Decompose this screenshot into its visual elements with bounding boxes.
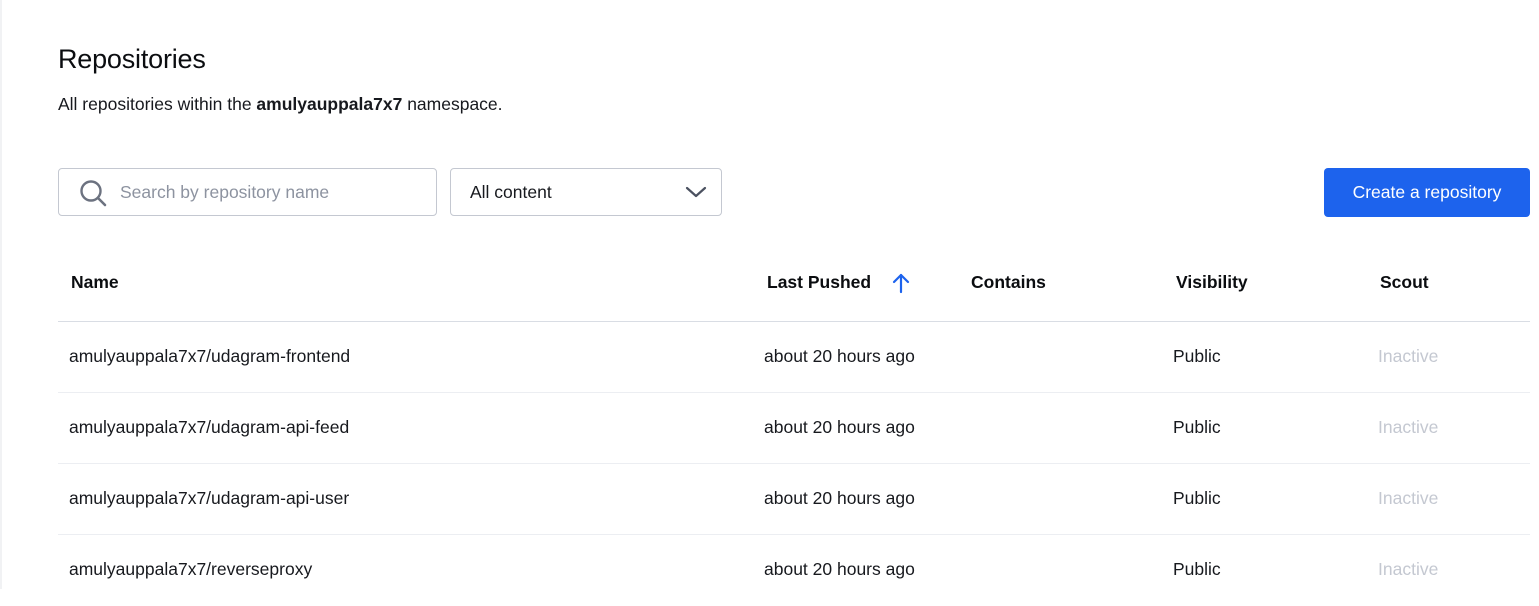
repository-name-link[interactable]: amulyauppala7x7/reverseproxy bbox=[69, 559, 312, 580]
last-pushed-cell: about 20 hours ago bbox=[764, 417, 915, 437]
arrow-up-icon[interactable] bbox=[891, 272, 911, 294]
scout-status-cell: Inactive bbox=[1378, 346, 1439, 366]
search-input[interactable] bbox=[120, 177, 420, 207]
visibility-cell: Public bbox=[1173, 488, 1221, 508]
last-pushed-cell: about 20 hours ago bbox=[764, 488, 915, 508]
create-repository-button[interactable]: Create a repository bbox=[1324, 168, 1530, 217]
table-row[interactable]: amulyauppala7x7/udagram-api-user about 2… bbox=[58, 464, 1530, 535]
repository-name-link[interactable]: amulyauppala7x7/udagram-api-user bbox=[69, 488, 349, 509]
sidebar-edge bbox=[0, 0, 2, 589]
page-title: Repositories bbox=[58, 44, 206, 74]
content-filter-value: All content bbox=[470, 182, 552, 202]
column-header-visibility[interactable]: Visibility bbox=[1176, 272, 1248, 293]
subtitle-prefix: All repositories within the bbox=[58, 94, 257, 114]
last-pushed-cell: about 20 hours ago bbox=[764, 346, 915, 366]
visibility-cell: Public bbox=[1173, 559, 1221, 579]
column-header-last-pushed[interactable]: Last Pushed bbox=[767, 272, 871, 293]
last-pushed-cell: about 20 hours ago bbox=[764, 559, 915, 579]
namespace-name: amulyauppala7x7 bbox=[256, 94, 403, 114]
repository-name-link[interactable]: amulyauppala7x7/udagram-api-feed bbox=[69, 417, 349, 438]
page-subtitle: All repositories within the amulyauppala… bbox=[58, 94, 503, 115]
table-row[interactable]: amulyauppala7x7/udagram-api-feed about 2… bbox=[58, 393, 1530, 464]
subtitle-suffix: namespace. bbox=[402, 94, 503, 114]
visibility-cell: Public bbox=[1173, 417, 1221, 437]
scout-status-cell: Inactive bbox=[1378, 488, 1439, 508]
scout-status-cell: Inactive bbox=[1378, 417, 1439, 437]
visibility-cell: Public bbox=[1173, 346, 1221, 366]
column-header-scout[interactable]: Scout bbox=[1380, 272, 1429, 293]
content-filter-select[interactable]: All content bbox=[450, 168, 722, 216]
column-header-contains[interactable]: Contains bbox=[971, 272, 1046, 293]
search-icon bbox=[80, 180, 107, 207]
table-row[interactable]: amulyauppala7x7/reverseproxy about 20 ho… bbox=[58, 535, 1530, 606]
table-row[interactable]: amulyauppala7x7/udagram-frontend about 2… bbox=[58, 322, 1530, 393]
chevron-down-icon bbox=[685, 186, 707, 198]
scout-status-cell: Inactive bbox=[1378, 559, 1439, 579]
search-box[interactable] bbox=[58, 168, 437, 216]
column-header-name[interactable]: Name bbox=[71, 272, 119, 293]
repository-name-link[interactable]: amulyauppala7x7/udagram-frontend bbox=[69, 346, 350, 367]
